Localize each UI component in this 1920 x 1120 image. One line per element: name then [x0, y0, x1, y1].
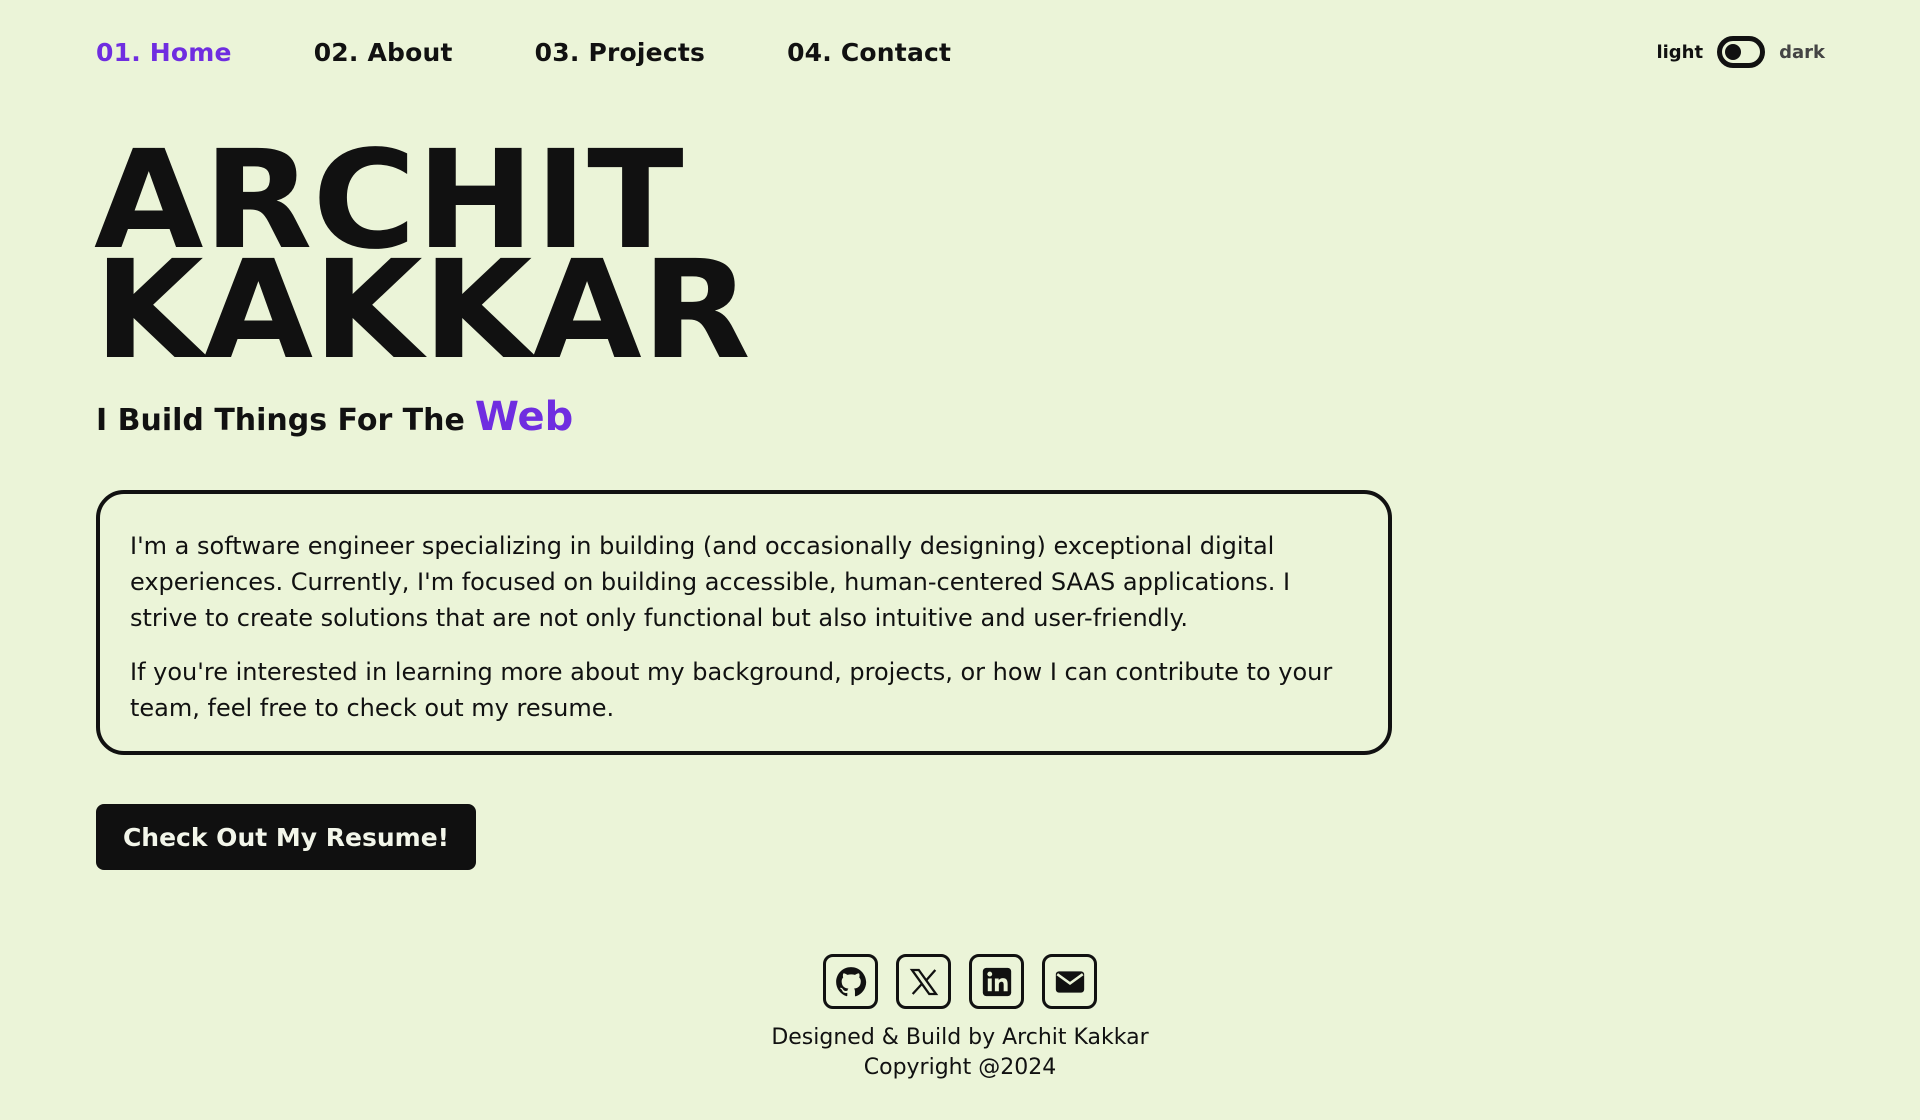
social-links: [823, 954, 1097, 1009]
x-link[interactable]: [896, 954, 951, 1009]
bio-card: I'm a software engineer specializing in …: [96, 490, 1392, 755]
tagline-accent: Web: [474, 394, 574, 440]
nav-contact[interactable]: 04. Contact: [787, 38, 951, 67]
tagline-prefix: I Build Things For The: [96, 403, 465, 438]
github-icon: [835, 966, 866, 996]
mail-icon: [1055, 970, 1084, 993]
bio-paragraph-1: I'm a software engineer specializing in …: [130, 532, 1291, 632]
github-link[interactable]: [823, 954, 878, 1009]
footer-credit: Designed & Build by Archit Kakkar: [771, 1025, 1149, 1050]
hero-name: ARCHIT KAKKAR: [94, 133, 751, 390]
theme-toggle: light dark: [1656, 36, 1825, 68]
linkedin-link[interactable]: [969, 954, 1024, 1009]
theme-switch-knob: [1725, 44, 1742, 60]
theme-dark-label: dark: [1779, 41, 1825, 63]
resume-button[interactable]: Check Out My Resume!: [96, 804, 476, 870]
tagline: I Build Things For The Web: [96, 394, 573, 440]
bio-paragraph-2: If you're interested in learning more ab…: [130, 658, 1333, 722]
nav-about[interactable]: 02. About: [314, 38, 453, 67]
mail-link[interactable]: [1042, 954, 1097, 1009]
nav-home[interactable]: 01. Home: [96, 38, 232, 67]
portfolio-page: 01. Home 02. About 03. Projects 04. Cont…: [0, 0, 1920, 1120]
linkedin-icon: [982, 967, 1011, 996]
footer-copyright: Copyright @2024: [863, 1055, 1057, 1080]
main-nav: 01. Home 02. About 03. Projects 04. Cont…: [96, 38, 1033, 67]
theme-light-label: light: [1656, 41, 1704, 63]
theme-switch[interactable]: [1717, 36, 1766, 68]
x-icon: [909, 968, 938, 995]
nav-projects[interactable]: 03. Projects: [535, 38, 705, 67]
hero-last-name: KAKKAR: [94, 232, 751, 390]
